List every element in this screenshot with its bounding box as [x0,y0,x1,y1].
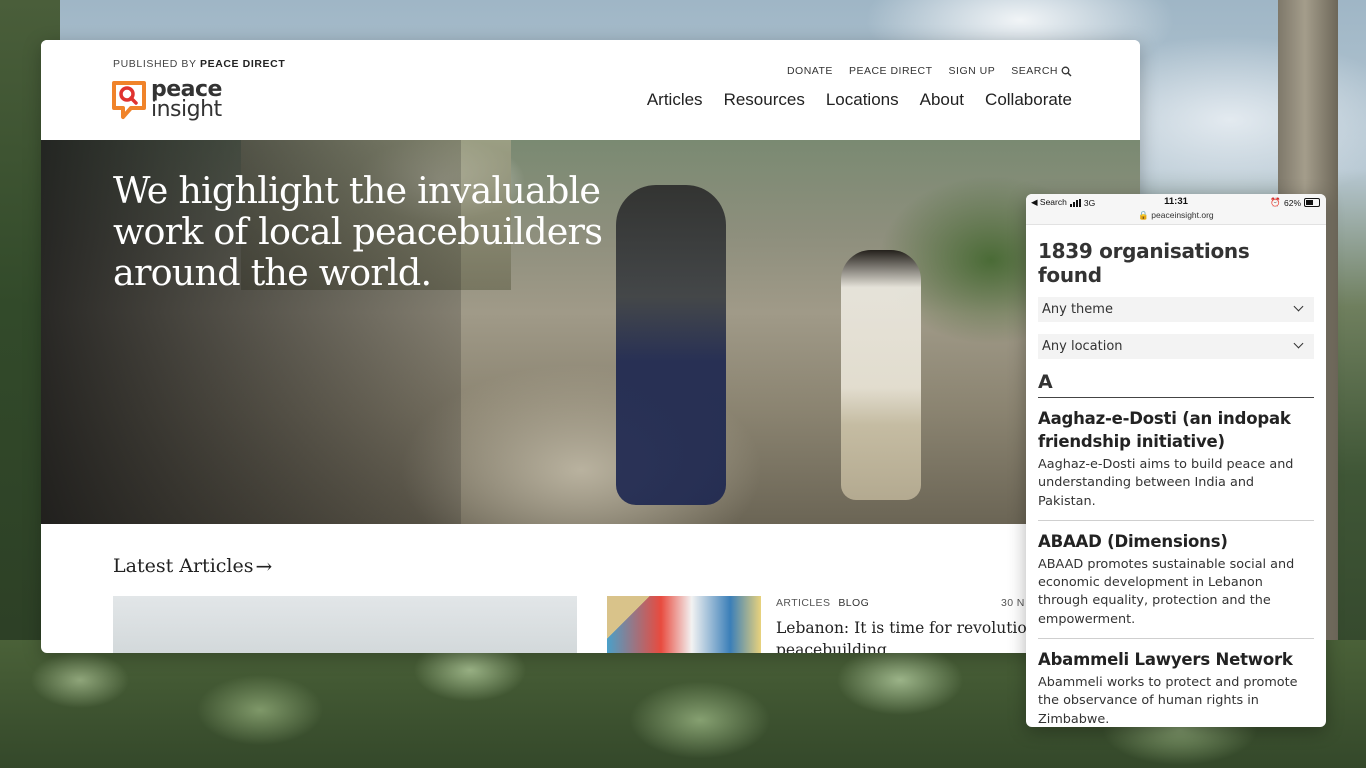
location-select-value: Any location [1042,339,1123,354]
peace-direct-link[interactable]: PEACE DIRECT [849,65,933,77]
theme-select-value: Any theme [1042,302,1113,317]
article-tags: ARTICLES BLOG [776,597,869,609]
logo-wordmark: peace insight [151,79,222,122]
organisations-page: 1839 organisations found Any theme Any l… [1026,239,1326,727]
published-prefix: PUBLISHED BY [113,58,197,70]
list-item: ABAAD (Dimensions) ABAAD promotes sustai… [1038,521,1314,640]
utility-nav: DONATE PEACE DIRECT SIGN UP SEARCH [787,65,1072,77]
ios-status-bar: ◀ Search 3G 11:31 ⏰ 62% 🔒 peaceinsight.o… [1026,194,1326,225]
organisation-description: Abammeli works to protect and promote th… [1038,675,1298,727]
nav-about[interactable]: About [920,90,964,110]
hero-title: We highlight the invaluable work of loca… [113,169,603,294]
logo-mark-icon [112,81,146,119]
results-heading: 1839 organisations found [1038,239,1250,287]
chevron-down-icon [1293,301,1304,312]
battery-icon [1304,198,1320,207]
latest-articles-heading: Latest Articles [113,555,254,577]
nav-collaborate[interactable]: Collaborate [985,90,1072,110]
mobile-screenshot: ◀ Search 3G 11:31 ⏰ 62% 🔒 peaceinsight.o… [1026,194,1326,727]
alarm-icon: ⏰ [1270,197,1281,207]
search-link[interactable]: SEARCH [1011,65,1072,77]
nav-articles[interactable]: Articles [647,90,703,110]
arrow-right-icon: → [255,554,273,578]
sign-up-link[interactable]: SIGN UP [949,65,996,77]
nav-resources[interactable]: Resources [724,90,805,110]
lock-icon: 🔒 [1138,210,1149,220]
tag-articles[interactable]: ARTICLES [776,597,830,609]
list-item: Aaghaz-e-Dosti (an indopak friendship in… [1038,398,1314,521]
organisation-description: Aaghaz-e-Dosti aims to build peace and u… [1038,457,1294,509]
donate-link[interactable]: DONATE [787,65,833,77]
chevron-down-icon [1293,338,1304,349]
site-header: PUBLISHED BY PEACE DIRECT peace insight … [41,40,1140,140]
organisation-description: ABAAD promotes sustainable social and ec… [1038,556,1295,627]
organisation-name[interactable]: Abammeli Lawyers Network [1038,648,1314,671]
latest-articles-link[interactable]: Latest Articles → [113,554,272,578]
nav-locations[interactable]: Locations [826,90,899,110]
peace-insight-logo[interactable]: peace insight [111,79,222,122]
organisation-name[interactable]: ABAAD (Dimensions) [1038,530,1314,553]
address-url: peaceinsight.org [1151,210,1214,220]
battery-percent: 62% [1283,197,1301,208]
desktop-site-window: PUBLISHED BY PEACE DIRECT peace insight … [41,40,1140,653]
status-right: ⏰ 62% [1270,197,1320,208]
tag-blog[interactable]: BLOG [838,597,869,609]
search-label: SEARCH [1011,65,1058,77]
search-icon [1061,66,1072,76]
alphabet-section-heading: A [1038,371,1314,398]
theme-select[interactable]: Any theme [1038,297,1314,322]
main-nav: Articles Resources Locations About Colla… [647,90,1072,110]
article-image-thumbnail[interactable] [607,596,761,653]
address-bar[interactable]: 🔒 peaceinsight.org [1026,210,1326,221]
location-select[interactable]: Any location [1038,334,1314,359]
hero-photo-boy [841,250,921,500]
article-image-featured[interactable] [113,596,577,653]
published-by-name[interactable]: PEACE DIRECT [200,58,285,70]
organisation-name[interactable]: Aaghaz-e-Dosti (an indopak friendship in… [1038,407,1314,453]
hero-banner: We highlight the invaluable work of loca… [41,140,1140,524]
logo-line-2: insight [151,97,222,122]
article-date: 30 N [1001,597,1025,609]
published-by: PUBLISHED BY PEACE DIRECT [113,58,285,70]
list-item: Abammeli Lawyers Network Abammeli works … [1038,639,1314,727]
